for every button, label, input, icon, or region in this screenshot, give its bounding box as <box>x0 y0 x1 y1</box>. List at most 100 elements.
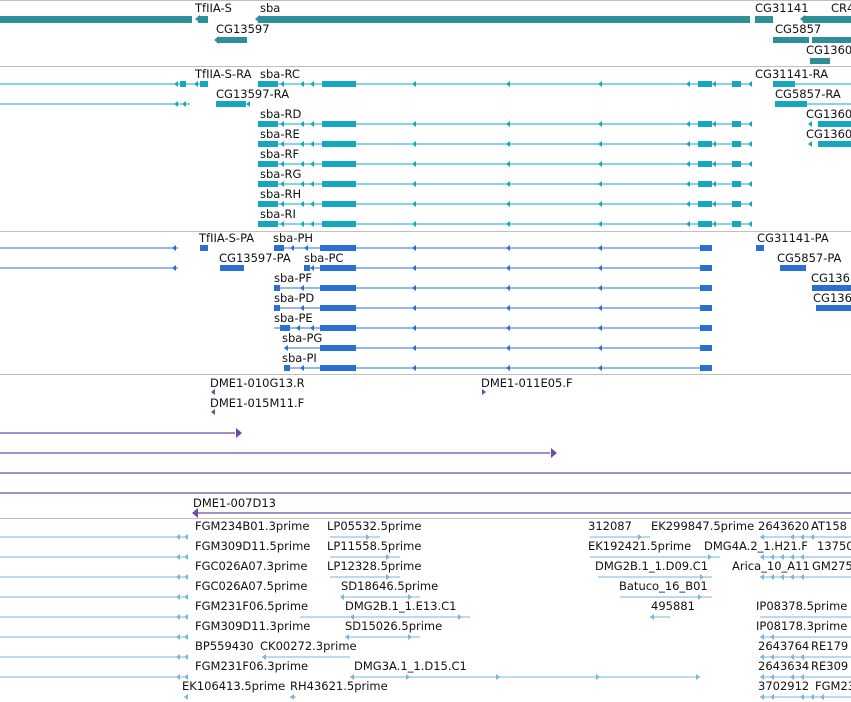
strand-arrow-left[interactable] <box>598 245 602 251</box>
strand-arrow-left[interactable] <box>412 365 416 371</box>
strand-arrow-left[interactable] <box>712 201 716 207</box>
strand-arrow-left[interactable] <box>780 574 784 580</box>
strand-arrow-left[interactable] <box>748 181 752 187</box>
strand-arrow-left[interactable] <box>506 345 510 351</box>
strand-arrow-left[interactable] <box>310 161 314 167</box>
strand-arrow-left[interactable] <box>810 694 814 700</box>
strand-arrow-left[interactable] <box>686 221 690 227</box>
strand-arrow-left[interactable] <box>412 345 416 351</box>
strand-arrow-left[interactable] <box>650 614 654 620</box>
strand-arrow-right[interactable] <box>496 674 500 680</box>
strand-arrow-left[interactable] <box>598 325 602 331</box>
strand-arrow-left[interactable] <box>246 101 250 107</box>
protein-block[interactable] <box>284 365 290 371</box>
strand-arrow-left[interactable] <box>598 161 602 167</box>
transcript-exon[interactable] <box>322 201 356 207</box>
genome-browser-viewport[interactable]: TfIIA-S sba CG13597 CG31141 CG5857 CR4 CG1360 T… <box>0 0 851 702</box>
strand-arrow-left[interactable] <box>598 141 602 147</box>
strand-arrow-left[interactable] <box>506 305 510 311</box>
gene-bar[interactable] <box>755 16 773 23</box>
strand-arrow-left[interactable] <box>176 594 180 600</box>
strand-arrow-left[interactable] <box>300 201 304 207</box>
strand-arrow-left[interactable] <box>800 574 804 580</box>
strand-arrow-right[interactable] <box>458 614 462 620</box>
protein-block[interactable] <box>780 265 806 271</box>
gene-bar[interactable] <box>773 37 809 43</box>
protein-block[interactable] <box>700 365 712 371</box>
strand-arrow-left[interactable] <box>182 101 186 107</box>
strand-arrow-left[interactable] <box>770 694 774 700</box>
strand-arrow-right[interactable] <box>596 674 600 680</box>
transcript-exon[interactable] <box>698 121 712 127</box>
strand-arrow-left[interactable] <box>412 201 416 207</box>
transcript-exon[interactable] <box>322 81 356 87</box>
transcript-exon[interactable] <box>698 141 712 147</box>
strand-arrow-left[interactable] <box>686 121 690 127</box>
strand-arrow-right[interactable] <box>696 674 700 680</box>
strand-arrow-left[interactable] <box>598 345 602 351</box>
strand-arrow-left[interactable] <box>176 614 180 620</box>
strand-arrow-left[interactable] <box>174 101 178 107</box>
gene-bar[interactable] <box>217 37 247 43</box>
transcript-exon[interactable] <box>732 161 741 167</box>
transcript-exon[interactable] <box>732 181 741 187</box>
strand-arrow-left[interactable] <box>506 221 510 227</box>
transcript-exon[interactable] <box>732 201 741 207</box>
strand-arrow-left[interactable] <box>712 121 716 127</box>
strand-arrow-left[interactable] <box>310 81 314 87</box>
protein-block[interactable] <box>700 265 712 271</box>
transcript-exon[interactable] <box>322 181 356 187</box>
strand-arrow-left[interactable] <box>184 574 188 580</box>
strand-arrow-left[interactable] <box>310 141 314 147</box>
strand-arrow-left[interactable] <box>214 36 219 44</box>
transcript-exon[interactable] <box>258 221 278 227</box>
strand-arrow-left[interactable] <box>412 265 416 271</box>
strand-arrow-left[interactable] <box>598 305 602 311</box>
strand-arrow-left[interactable] <box>748 201 752 207</box>
strand-arrow-left[interactable] <box>412 221 416 227</box>
strand-arrow-left[interactable] <box>598 201 602 207</box>
strand-arrow-left[interactable] <box>184 594 188 600</box>
strand-arrow-left[interactable] <box>760 574 764 580</box>
strand-arrow-left[interactable] <box>506 181 510 187</box>
gene-bar[interactable] <box>198 16 208 23</box>
protein-block[interactable] <box>320 325 356 331</box>
strand-arrow-right[interactable] <box>406 674 410 680</box>
transcript-exon[interactable] <box>732 221 741 227</box>
strand-arrow-left[interactable] <box>310 121 314 127</box>
strand-arrow-left[interactable] <box>176 554 180 560</box>
strand-arrow-left[interactable] <box>184 634 188 640</box>
strand-arrow-left[interactable] <box>712 141 716 147</box>
strand-arrow-left[interactable] <box>598 121 602 127</box>
protein-block[interactable] <box>700 245 712 251</box>
transcript-exon[interactable] <box>732 121 741 127</box>
transcript-exon[interactable] <box>216 101 246 107</box>
transcript-exon[interactable] <box>698 201 712 207</box>
protein-block[interactable] <box>756 245 764 251</box>
strand-arrow-left[interactable] <box>506 265 510 271</box>
strand-arrow-left[interactable] <box>506 161 510 167</box>
transcript-exon[interactable] <box>698 181 712 187</box>
strand-arrow-left[interactable] <box>598 221 602 227</box>
strand-arrow-left[interactable] <box>808 141 812 147</box>
protein-block[interactable] <box>320 265 356 271</box>
strand-arrow-left[interactable] <box>176 634 180 640</box>
strand-arrow-left[interactable] <box>506 245 510 251</box>
strand-arrow-left[interactable] <box>748 221 752 227</box>
strand-arrow-left[interactable] <box>748 141 752 147</box>
strand-arrow-left[interactable] <box>748 121 752 127</box>
strand-arrow-right[interactable] <box>708 554 712 560</box>
protein-block[interactable] <box>320 305 356 311</box>
strand-arrow-left[interactable] <box>760 694 764 700</box>
strand-arrow-right[interactable] <box>236 428 242 438</box>
strand-arrow-left[interactable] <box>506 325 510 331</box>
transcript-exon[interactable] <box>818 141 851 147</box>
strand-arrow-left[interactable] <box>598 285 602 291</box>
strand-arrow-left[interactable] <box>300 81 304 87</box>
strand-arrow-left[interactable] <box>748 81 752 87</box>
feature-tracks-canvas[interactable] <box>0 0 851 702</box>
strand-arrow-left[interactable] <box>184 554 188 560</box>
strand-arrow-left[interactable] <box>686 181 690 187</box>
strand-arrow-left[interactable] <box>686 201 690 207</box>
strand-arrow-left[interactable] <box>790 574 794 580</box>
